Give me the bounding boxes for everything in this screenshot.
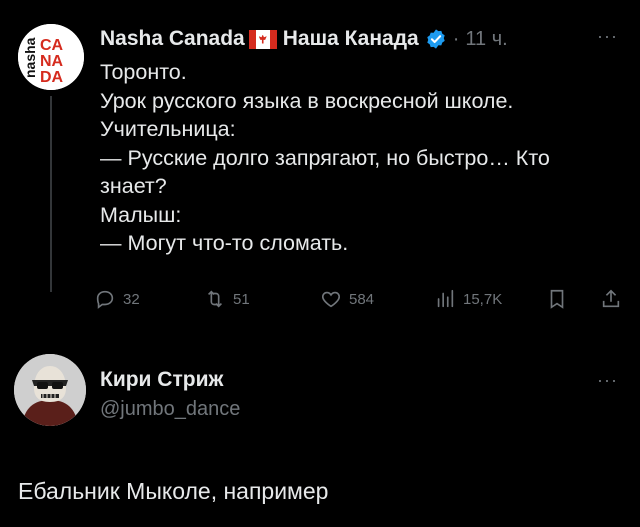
tweet-line: Торонто. (100, 60, 187, 84)
avatar-logo-da: DA (40, 69, 64, 86)
bookmark-button[interactable] (546, 288, 568, 310)
reply-author-name[interactable]: Кири Стриж (100, 368, 223, 392)
share-icon (602, 289, 620, 308)
avatar-logo-word: nasha (22, 37, 38, 78)
tweet-line: Урок русского языка в воскресной школе. (100, 88, 514, 113)
tweet-time[interactable]: 11 ч. (465, 28, 507, 51)
views-icon (437, 289, 454, 308)
tweet-line: Учительница: (100, 117, 236, 141)
skull-avatar-image (14, 354, 86, 426)
heart-icon (322, 291, 340, 308)
repost-count: 51 (233, 290, 250, 308)
bookmark-icon (550, 289, 564, 309)
canada-flag-icon (248, 29, 277, 49)
more-options-icon[interactable]: ··· (597, 26, 618, 47)
share-button[interactable] (600, 288, 622, 310)
avatar-logo-ca: CA (40, 37, 64, 54)
tweet-line: — Русские долго запрягают, но быстро… Кт… (100, 145, 550, 170)
tweet-line: — Могут что-то сломать. (100, 231, 349, 255)
nasha-canada-logo: nasha CA NA DA (18, 24, 84, 90)
author-avatar[interactable]: nasha CA NA DA (18, 24, 84, 90)
reply-button[interactable]: 32 (94, 288, 140, 310)
reply-author-avatar[interactable] (14, 354, 86, 426)
reply-more-options-icon[interactable]: ··· (597, 370, 618, 391)
reply-icon (96, 290, 114, 309)
tweet-header: Nasha Canada Наша Канада · 11 ч. (100, 24, 508, 54)
reply-text: Ебальник Мыколе, например (18, 478, 329, 504)
reply-author-handle[interactable]: @jumbo_dance (100, 398, 240, 421)
repost-button[interactable]: 51 (204, 288, 250, 310)
author-name[interactable]: Nasha Canada (100, 27, 245, 51)
separator-dot: · (452, 27, 460, 50)
thread-line (50, 96, 52, 292)
tweet-actions: 32 51 584 15,7K (94, 288, 626, 318)
views-button[interactable]: 15,7K (434, 288, 502, 310)
like-count: 584 (349, 290, 375, 308)
views-count: 15,7K (463, 290, 503, 308)
tweet-text: Торонто. Урок русского языка в воскресно… (100, 58, 630, 258)
verified-badge-icon (427, 29, 445, 49)
repost-icon (207, 290, 223, 308)
tweet[interactable]: nasha CA NA DA Nasha Canada Наша Канада … (0, 0, 640, 309)
avatar-logo-na: NA (40, 53, 64, 70)
tweet-line: знает? (100, 174, 167, 198)
like-button[interactable]: 584 (320, 288, 374, 310)
reply-count: 32 (123, 290, 140, 308)
author-name-ru[interactable]: Наша Канада (283, 27, 419, 51)
tweet-line: Малыш: (100, 202, 182, 227)
